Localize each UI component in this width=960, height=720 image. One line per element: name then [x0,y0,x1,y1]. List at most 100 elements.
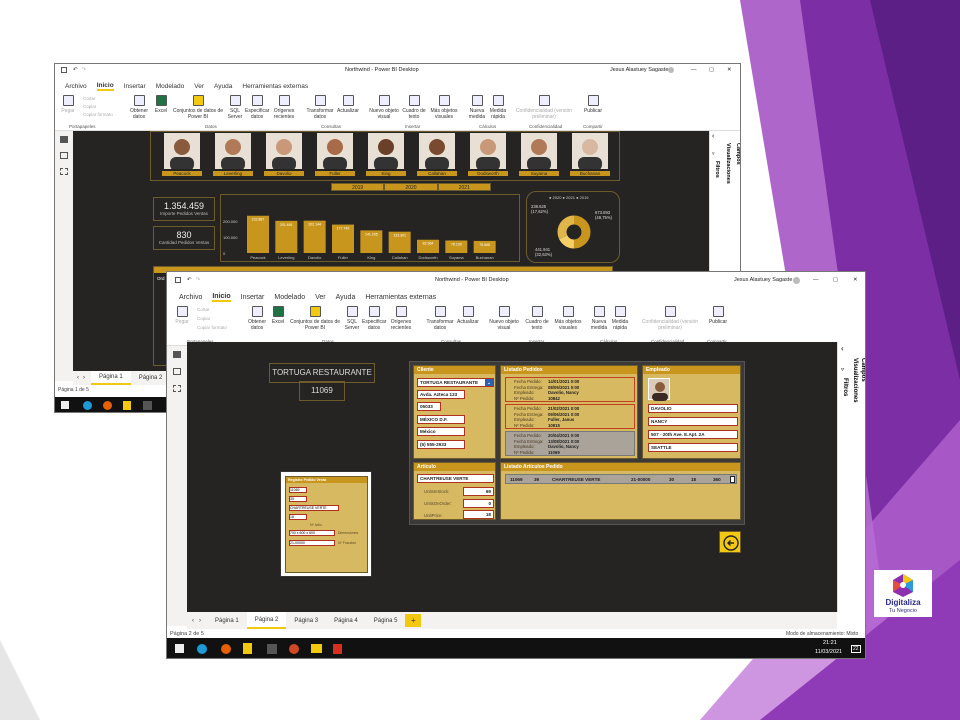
menu2-inicio[interactable]: Inicio [212,293,231,302]
confidencialidad-button-2[interactable]: Confidencialidad (versión preliminar) [637,306,703,331]
menu2-modelado[interactable]: Modelado [274,294,305,301]
nuevo-objeto-button-2[interactable]: Nuevo objeto visual [487,306,521,331]
medida-rapida-button-2[interactable]: Medida rápida [610,306,630,331]
employee-photo[interactable] [368,133,404,171]
document-icon[interactable] [730,476,735,483]
report-view-icon[interactable] [60,136,68,143]
conjuntos-button[interactable]: Conjuntos de datos de Power BI [170,95,226,120]
tab-pagina-2[interactable]: Página 2 [131,371,171,385]
save-icon[interactable] [61,67,67,73]
pedido-card[interactable]: Fecha Pedido: 14/01/2021 0:00 Fecha Entreg… [505,377,635,402]
articulos-row[interactable]: 11069 39 CHARTREUSE VERTE 21-00000 30 18… [505,474,737,484]
tab2-nav-prev[interactable]: ‹ [192,618,194,624]
copiar-button[interactable]: Copiar [83,104,96,109]
dropdown-icon[interactable]: ⌄ [485,379,493,386]
mas-objetos-button-2[interactable]: Más objetos visuales [552,306,584,331]
copiar-button-2[interactable]: Copiar [197,316,210,321]
cliente-name-select[interactable]: TORTUGA RESTAURANTE ⌄ [417,378,494,387]
save-icon-2[interactable] [175,277,181,283]
menu-ayuda[interactable]: Ayuda [214,83,232,90]
tab2-pagina-4[interactable]: Página 4 [326,612,366,629]
tab-nav-prev[interactable]: ‹ [77,375,79,381]
sql-button-2[interactable]: SQL Server [344,306,360,331]
employee-name[interactable]: King [366,171,406,176]
menu2-insertar[interactable]: Insertar [241,294,265,301]
windows-icon[interactable] [61,401,69,409]
maximize-button-2[interactable]: ▢ [833,277,838,283]
collapse-chevron-icon[interactable]: ‹ [712,133,714,140]
pedido-card[interactable]: Fecha Pedido: 21/02/2021 0:00 Fecha Entreg… [505,404,635,429]
edge-icon[interactable] [83,401,92,410]
tab2-pagina-1[interactable]: Página 1 [207,612,247,629]
copiar-formato-button-2[interactable]: Copiar formato [197,325,227,330]
edge-icon-2[interactable] [197,644,207,654]
especificar-button[interactable]: Especificar datos [245,95,269,120]
user-avatar-2[interactable] [793,276,800,284]
pegar-button[interactable]: Pegar [59,95,77,114]
actualizar-button[interactable]: Actualizar [336,95,360,114]
medida-rapida-button[interactable]: Medida rápida [488,95,508,120]
confidencialidad-button[interactable]: Confidencialidad (versión preliminar) [513,95,575,120]
obtener-datos-button-2[interactable]: Obtener datos [245,306,269,331]
transformar-button-2[interactable]: Transformar datos [425,306,455,331]
employee-photo[interactable] [419,133,455,171]
origenes-button[interactable]: Orígenes recientes [270,95,298,120]
powerbi-icon-2[interactable] [243,643,252,654]
undo-icon[interactable]: ↶ [73,67,78,73]
undo-icon-2[interactable]: ↶ [187,277,192,283]
employee-photo[interactable] [164,133,200,171]
nueva-medida-button[interactable]: Nueva medida [467,95,487,120]
nuevo-objeto-button[interactable]: Nuevo objeto visual [369,95,399,120]
tab2-pagina-5[interactable]: Página 5 [366,612,406,629]
notification-badge[interactable]: 22 [851,645,861,653]
minimize-button-2[interactable]: — [813,277,819,283]
data-view-icon-2[interactable] [173,368,181,375]
employee-name[interactable]: Suyama [519,171,559,176]
publicar-button[interactable]: Publicar [583,95,603,114]
maximize-button[interactable]: ▢ [709,67,714,73]
employee-photo[interactable] [572,133,608,171]
firefox-icon-2[interactable] [221,644,231,654]
close-button-2[interactable]: ✕ [853,277,858,283]
publicar-button-2[interactable]: Publicar [707,306,729,325]
close-button[interactable]: ✕ [727,67,732,73]
report-view-icon-2[interactable] [173,351,181,358]
add-page-button[interactable]: + [405,614,422,627]
model-view-icon[interactable] [60,168,68,175]
actualizar-button-2[interactable]: Actualizar [456,306,480,325]
pegar-button-2[interactable]: Pegar [173,306,191,325]
especificar-button-2[interactable]: Especificar datos [362,306,386,331]
year-2020[interactable]: 2020 [384,183,438,191]
tab2-pagina-3[interactable]: Página 3 [286,612,326,629]
obtener-datos-button[interactable]: Obtener datos [127,95,151,120]
sql-button[interactable]: SQL Server [227,95,243,120]
employee-name[interactable]: Leverling [213,171,253,176]
filtros-label[interactable]: Filtros [714,161,720,178]
employee-photo[interactable] [266,133,302,171]
menu-herramientas[interactable]: Herramientas externas [242,83,308,90]
collapse-chevron-icon-2[interactable]: ‹ [841,344,844,353]
menu2-ayuda[interactable]: Ayuda [336,294,356,301]
vs-icon-2[interactable] [267,644,277,654]
employee-photo[interactable] [215,133,251,171]
visualizaciones-label[interactable]: Visualizaciones [725,143,731,184]
employee-name[interactable]: Dodsworth [468,171,508,176]
redo-icon[interactable]: ↷ [82,67,87,73]
mas-objetos-button[interactable]: Más objetos visuales [429,95,459,120]
pedido-card[interactable]: Fecha Pedido: 20/04/2021 0:00 Fecha Entreg… [505,431,635,456]
windows-icon-2[interactable] [175,644,184,653]
tab2-nav-next[interactable]: › [199,618,201,624]
menu-insertar[interactable]: Insertar [124,83,146,90]
employee-name[interactable]: Buchanan [570,171,610,176]
excel-button-2[interactable]: Excel [270,306,286,325]
transformar-button[interactable]: Transformar datos [305,95,335,120]
employee-name[interactable]: Peacock [162,171,202,176]
employee-name[interactable]: Callahan [417,171,457,176]
filtros-label-2[interactable]: Filtros [842,378,848,396]
cortar-button-2[interactable]: Cortar [197,307,210,312]
menu-ver[interactable]: Ver [194,83,204,90]
vs-icon[interactable] [143,401,152,410]
folder-icon[interactable] [311,644,322,653]
origenes-button-2[interactable]: Orígenes recientes [387,306,415,331]
menu-archivo[interactable]: Archivo [65,83,87,90]
